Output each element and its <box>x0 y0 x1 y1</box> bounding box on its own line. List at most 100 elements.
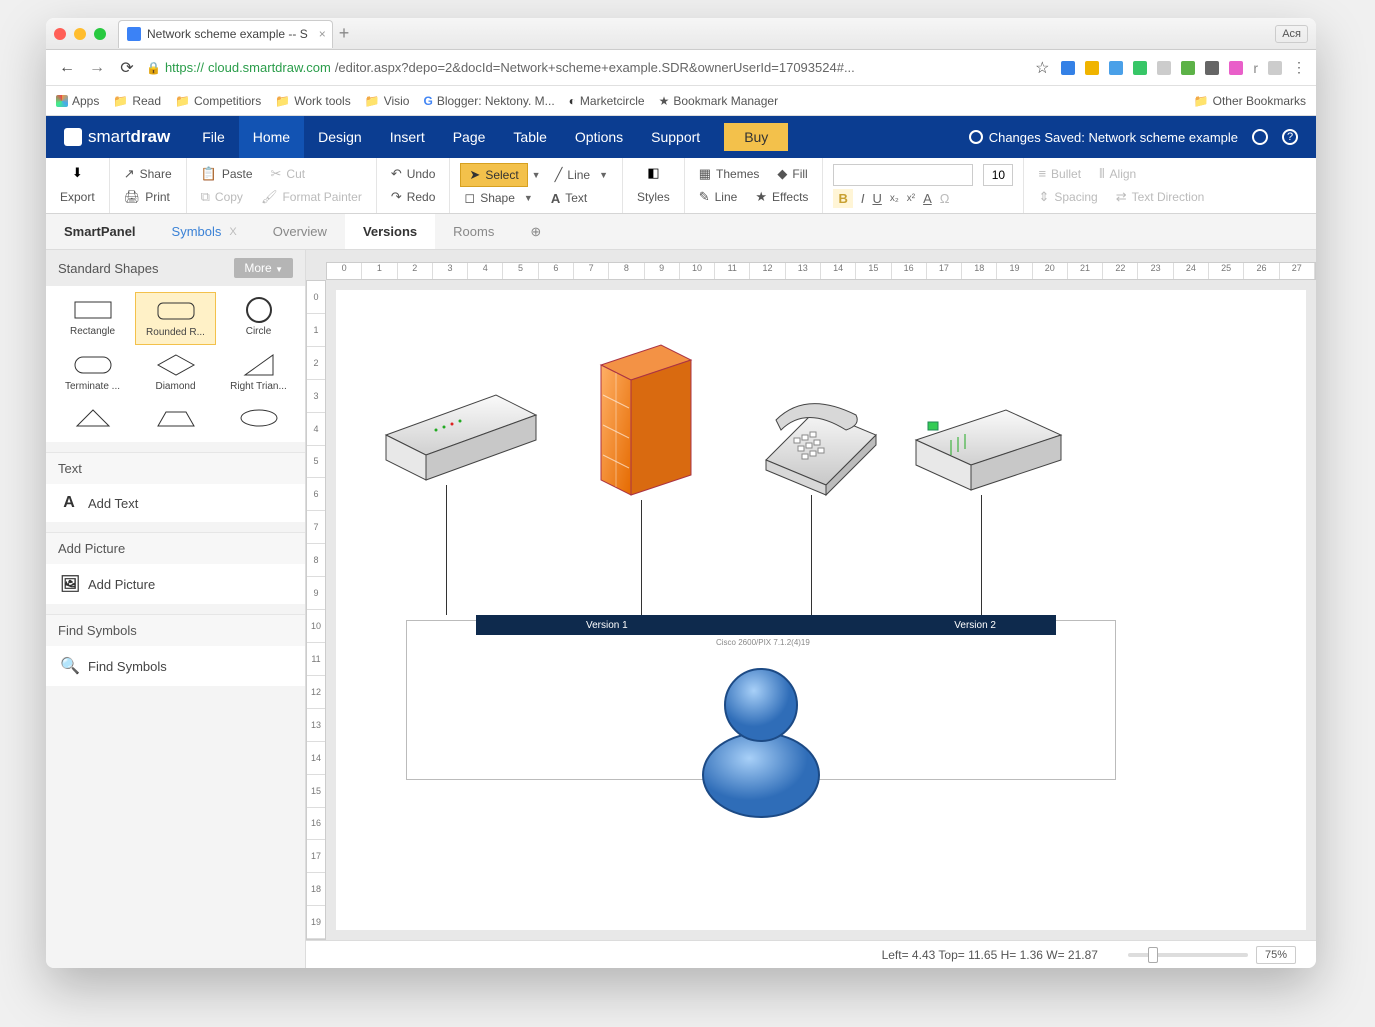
export-button[interactable]: Export <box>56 188 99 206</box>
logo[interactable]: smartdraw <box>46 127 188 147</box>
device-phone[interactable] <box>746 380 886 500</box>
line-style-button[interactable]: ✎Line <box>695 187 742 207</box>
tab-smartpanel[interactable]: SmartPanel <box>46 214 154 249</box>
menu-table[interactable]: Table <box>499 116 560 158</box>
browser-profile-badge[interactable]: Ася <box>1275 25 1308 43</box>
tab-versions[interactable]: Versions <box>345 214 435 249</box>
shape-rounded-rect[interactable]: Rounded R... <box>135 292 216 345</box>
underline-button[interactable]: U <box>872 191 881 206</box>
subscript-button[interactable]: x₂ <box>890 193 899 204</box>
effects-button[interactable]: ★Effects <box>751 187 812 207</box>
font-color-button[interactable]: A <box>923 191 932 206</box>
select-tool[interactable]: ➤Select▼ <box>460 163 540 187</box>
more-button[interactable]: More ▼ <box>234 258 293 278</box>
bookmark-blogger[interactable]: GBlogger: Nektony. M... <box>423 94 554 108</box>
other-bookmarks[interactable]: 📁Other Bookmarks <box>1194 94 1306 108</box>
share-button[interactable]: ↗Share <box>120 164 176 184</box>
font-family-input[interactable] <box>833 164 973 186</box>
bookmark-worktools[interactable]: 📁Work tools <box>275 94 350 108</box>
canvas-body[interactable]: 0123456789101112131415161718192021222324… <box>306 250 1316 940</box>
add-picture-button[interactable]: 🖼Add Picture <box>46 564 305 604</box>
device-firewall[interactable] <box>591 335 701 505</box>
ext-icon-1[interactable] <box>1061 61 1075 75</box>
zoom-slider[interactable] <box>1128 953 1248 957</box>
ext-icon-6[interactable] <box>1181 61 1195 75</box>
browser-menu-icon[interactable]: ⋮ <box>1292 59 1306 76</box>
bookmark-star-icon[interactable]: ☆ <box>1031 58 1053 78</box>
menu-page[interactable]: Page <box>439 116 500 158</box>
ext-icon-7[interactable] <box>1205 61 1219 75</box>
tab-close-icon[interactable]: × <box>319 27 326 41</box>
buy-button[interactable]: Buy <box>724 123 788 151</box>
close-icon[interactable]: X <box>229 226 236 238</box>
window-minimize-icon[interactable] <box>74 28 86 40</box>
menu-support[interactable]: Support <box>637 116 714 158</box>
redo-button[interactable]: ↷Redo <box>387 187 440 207</box>
chevron-down-icon[interactable]: ▼ <box>532 170 541 180</box>
find-symbols-button[interactable]: 🔍Find Symbols <box>46 646 305 686</box>
paste-button[interactable]: 📋Paste <box>197 164 257 184</box>
bookmark-manager[interactable]: ★Bookmark Manager <box>659 94 778 108</box>
ext-icon-10[interactable] <box>1268 61 1282 75</box>
ext-icon-4[interactable] <box>1133 61 1147 75</box>
chevron-down-icon[interactable]: ▼ <box>524 193 533 203</box>
font-size-input[interactable] <box>983 164 1013 186</box>
bookmark-competitors[interactable]: 📁Competitiors <box>175 94 261 108</box>
shape-rectangle[interactable]: Rectangle <box>52 292 133 345</box>
symbol-button[interactable]: Ω <box>940 191 950 206</box>
new-tab-button[interactable]: + <box>339 23 350 44</box>
add-text-button[interactable]: AAdd Text <box>46 484 305 522</box>
italic-button[interactable]: I <box>861 191 865 206</box>
help-icon[interactable]: ? <box>1282 129 1298 145</box>
zoom-thumb[interactable] <box>1148 947 1158 963</box>
bookmark-visio[interactable]: 📁Visio <box>365 94 410 108</box>
ext-icon-9[interactable]: r <box>1253 60 1258 76</box>
ext-icon-3[interactable] <box>1109 61 1123 75</box>
browser-tab[interactable]: Network scheme example -- S × <box>118 20 333 48</box>
shape-triangle[interactable] <box>52 400 133 436</box>
menu-insert[interactable]: Insert <box>376 116 439 158</box>
device-router[interactable] <box>906 400 1066 510</box>
menu-design[interactable]: Design <box>304 116 376 158</box>
ext-icon-5[interactable] <box>1157 61 1171 75</box>
menu-options[interactable]: Options <box>561 116 637 158</box>
window-maximize-icon[interactable] <box>94 28 106 40</box>
bookmark-apps[interactable]: Apps <box>56 94 99 108</box>
tab-symbols[interactable]: SymbolsX <box>154 214 255 249</box>
address-bar[interactable]: 🔒 https://cloud.smartdraw.com/editor.asp… <box>146 60 1023 75</box>
device-switch[interactable] <box>376 385 546 495</box>
window-close-icon[interactable] <box>54 28 66 40</box>
fill-button[interactable]: ◆Fill <box>773 164 811 184</box>
line-tool[interactable]: ╱Line▼ <box>551 163 612 187</box>
shape-circle[interactable]: Circle <box>218 292 299 345</box>
themes-button[interactable]: ▦Themes <box>695 164 764 184</box>
undo-button[interactable]: ↶Undo <box>387 164 440 184</box>
ext-icon-2[interactable] <box>1085 61 1099 75</box>
zoom-control[interactable]: 75% <box>1128 946 1296 964</box>
text-tool[interactable]: AText <box>547 188 591 208</box>
shape-ellipse[interactable] <box>218 400 299 436</box>
bookmark-marketcircle[interactable]: ◐Marketcircle <box>569 94 645 108</box>
superscript-button[interactable]: x² <box>907 193 915 204</box>
network-bus[interactable]: Version 1 Version 2 <box>476 615 1056 635</box>
history-icon[interactable] <box>1252 129 1268 145</box>
shape-diamond[interactable]: Diamond <box>135 347 216 398</box>
tab-rooms[interactable]: Rooms <box>435 214 512 249</box>
tab-overview[interactable]: Overview <box>255 214 345 249</box>
nav-reload-icon[interactable]: ⟳ <box>116 58 138 78</box>
print-button[interactable]: 🖨Print <box>120 187 176 207</box>
tab-add[interactable]: ⊕ <box>512 214 559 249</box>
menu-file[interactable]: File <box>188 116 239 158</box>
shape-right-triangle[interactable]: Right Trian... <box>218 347 299 398</box>
chevron-down-icon[interactable]: ▼ <box>599 170 608 180</box>
styles-button[interactable]: Styles <box>633 188 674 206</box>
user-shape[interactable] <box>691 655 831 825</box>
shape-terminate[interactable]: Terminate ... <box>52 347 133 398</box>
nav-back-icon[interactable]: ← <box>56 59 78 77</box>
drawing-paper[interactable]: Version 1 Version 2 Cisco 2600/PIX 7.1.2… <box>336 290 1306 930</box>
ext-icon-8[interactable] <box>1229 61 1243 75</box>
bookmark-read[interactable]: 📁Read <box>113 94 161 108</box>
shape-tool[interactable]: ◻Shape▼ <box>460 188 536 208</box>
shape-trapezoid[interactable] <box>135 400 216 436</box>
zoom-percent[interactable]: 75% <box>1256 946 1296 964</box>
